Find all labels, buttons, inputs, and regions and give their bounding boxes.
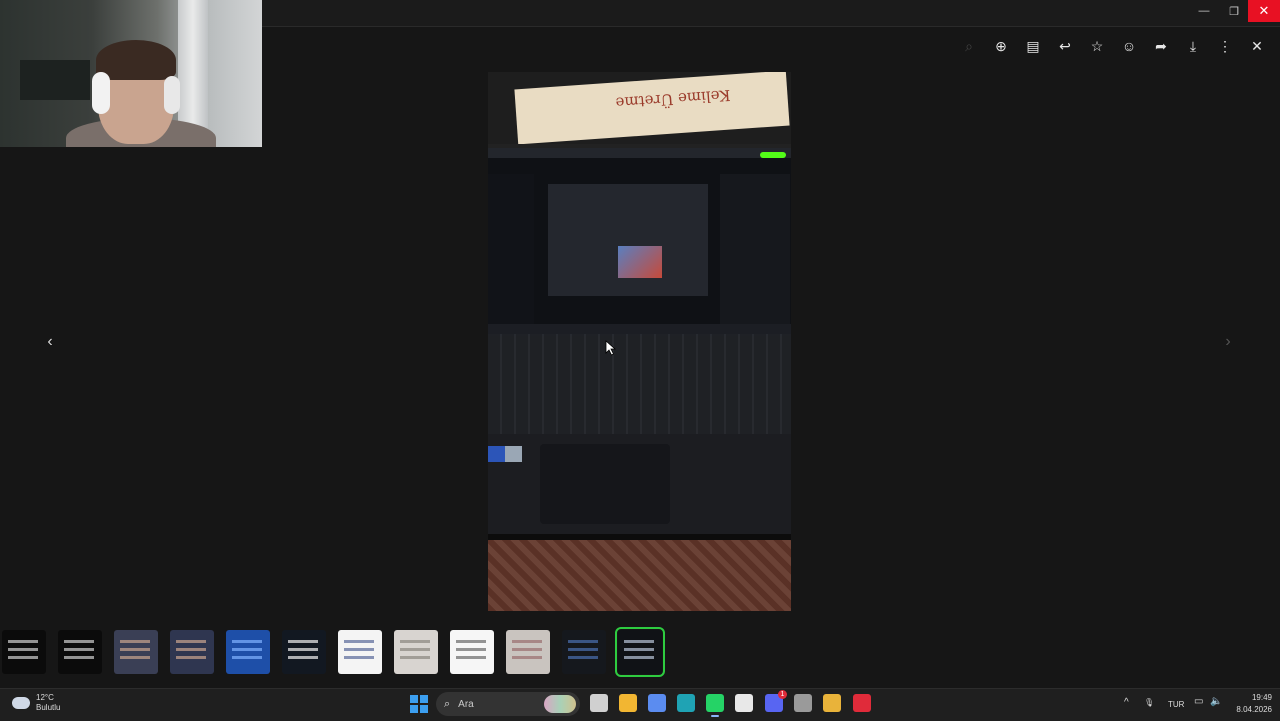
thumb-2[interactable]	[58, 630, 102, 674]
thumbnail-content	[232, 640, 262, 643]
close-viewer-icon[interactable]: ✕	[1246, 36, 1268, 56]
photo-sticker	[488, 446, 522, 462]
file-explorer-icon[interactable]	[619, 694, 637, 712]
headphone-right	[164, 76, 180, 114]
photo-stream-image	[618, 246, 662, 278]
photo-green-button	[760, 152, 786, 158]
store-icon[interactable]	[735, 694, 753, 712]
start-button[interactable]	[410, 695, 428, 713]
webcam-shelf	[20, 60, 90, 100]
photo-stream-area	[548, 184, 708, 296]
taskbar-search[interactable]: ⌕ Ara	[436, 692, 580, 716]
thumb-1[interactable]	[2, 630, 46, 674]
thumb-11[interactable]	[562, 630, 606, 674]
search-icon: ⌕	[444, 697, 451, 710]
thumb-12[interactable]	[615, 627, 665, 677]
search-placeholder: Ara	[458, 698, 474, 710]
next-media-button[interactable]: ›	[1216, 330, 1240, 354]
discord-icon[interactable]: 1	[765, 690, 787, 712]
windows-logo-tile	[420, 705, 428, 713]
photo-keyboard	[488, 334, 791, 434]
task-view-icon[interactable]	[590, 694, 608, 712]
thumb-10[interactable]	[506, 630, 550, 674]
clock-time: 19:49	[1251, 693, 1272, 702]
thumb-7[interactable]	[338, 630, 382, 674]
webcam-overlay	[0, 0, 262, 147]
thumb-4[interactable]	[170, 630, 214, 674]
previous-media-button[interactable]: ‹	[38, 330, 62, 354]
photo-laptop-screen	[488, 144, 791, 336]
search-highlight-art	[544, 695, 576, 713]
steam-icon[interactable]	[794, 694, 812, 712]
thumb-8[interactable]	[394, 630, 438, 674]
close-window-button[interactable]: ✕	[1248, 0, 1280, 22]
reply-icon[interactable]: ↩	[1054, 36, 1076, 56]
tray-overflow-icon[interactable]: ^	[1124, 697, 1129, 708]
thumbnail-content	[176, 640, 206, 643]
language-indicator[interactable]: TUR	[1168, 700, 1184, 709]
windows-logo-tile	[410, 705, 418, 713]
notification-badge: 1	[778, 690, 787, 699]
emoji-icon[interactable]: ☺	[1118, 36, 1140, 56]
edge-icon[interactable]	[677, 694, 695, 712]
photo-chat-panel	[720, 174, 790, 324]
chrome-icon[interactable]	[823, 694, 841, 712]
thumbnail-content	[344, 640, 374, 643]
thumb-5[interactable]	[226, 630, 270, 674]
thumbnail-content	[64, 640, 94, 643]
volume-icon[interactable]: 🔈	[1210, 696, 1222, 707]
photo-sidebar	[488, 174, 534, 324]
thumbnail-content	[8, 640, 38, 643]
network-icon[interactable]: ▭	[1194, 696, 1203, 707]
minimize-button[interactable]: —	[1188, 0, 1220, 22]
thumbnail-content	[400, 640, 430, 643]
download-icon[interactable]: ⤓	[1182, 36, 1204, 56]
system-clock[interactable]: 19:49 8.04.2026	[1226, 692, 1272, 716]
photo-touchpad	[540, 444, 670, 524]
weather-widget[interactable]: 12°C Bulutlu	[12, 693, 60, 713]
media-photo: Kelime Üretme	[488, 72, 791, 611]
mouse-cursor-icon	[605, 340, 617, 356]
clock-date: 8.04.2026	[1236, 705, 1272, 714]
photo-rug	[488, 540, 791, 611]
microphone-icon[interactable]: 🎙	[1144, 698, 1154, 707]
weather-condition: Bulutlu	[36, 703, 61, 712]
thumbnail-content	[512, 640, 542, 643]
zoom-in-icon[interactable]: ⊕	[990, 36, 1012, 56]
thumb-6[interactable]	[282, 630, 326, 674]
thumbnail-content	[568, 640, 598, 643]
windows-logo-tile	[410, 695, 418, 703]
weather-temperature: 12°C	[36, 693, 54, 702]
caption-icon[interactable]: ▤	[1022, 36, 1044, 56]
thumbnail-content	[456, 640, 486, 643]
thumb-3[interactable]	[114, 630, 158, 674]
cloud-icon	[12, 697, 30, 709]
windows-taskbar	[0, 688, 1280, 721]
windows-logo-tile	[420, 695, 428, 703]
webcam-person-hair	[96, 40, 176, 80]
thumbnail-content	[288, 640, 318, 643]
more-icon[interactable]: ⋮	[1214, 36, 1236, 56]
zoom-out-icon[interactable]: ⌕	[958, 36, 980, 56]
star-icon[interactable]: ☆	[1086, 36, 1108, 56]
thumbnail-content	[120, 640, 150, 643]
thumb-9[interactable]	[450, 630, 494, 674]
whatsapp-icon[interactable]	[706, 694, 724, 717]
thumbnail-content	[624, 640, 654, 643]
weather-text: 12°C Bulutlu	[36, 693, 60, 713]
app-red-icon[interactable]	[853, 694, 871, 712]
photo-browser-tabs	[488, 148, 791, 158]
maximize-button[interactable]: ❐	[1218, 0, 1250, 22]
headphone-left	[92, 72, 110, 114]
copilot-icon[interactable]	[648, 694, 666, 712]
forward-icon[interactable]: ➦	[1150, 36, 1172, 56]
